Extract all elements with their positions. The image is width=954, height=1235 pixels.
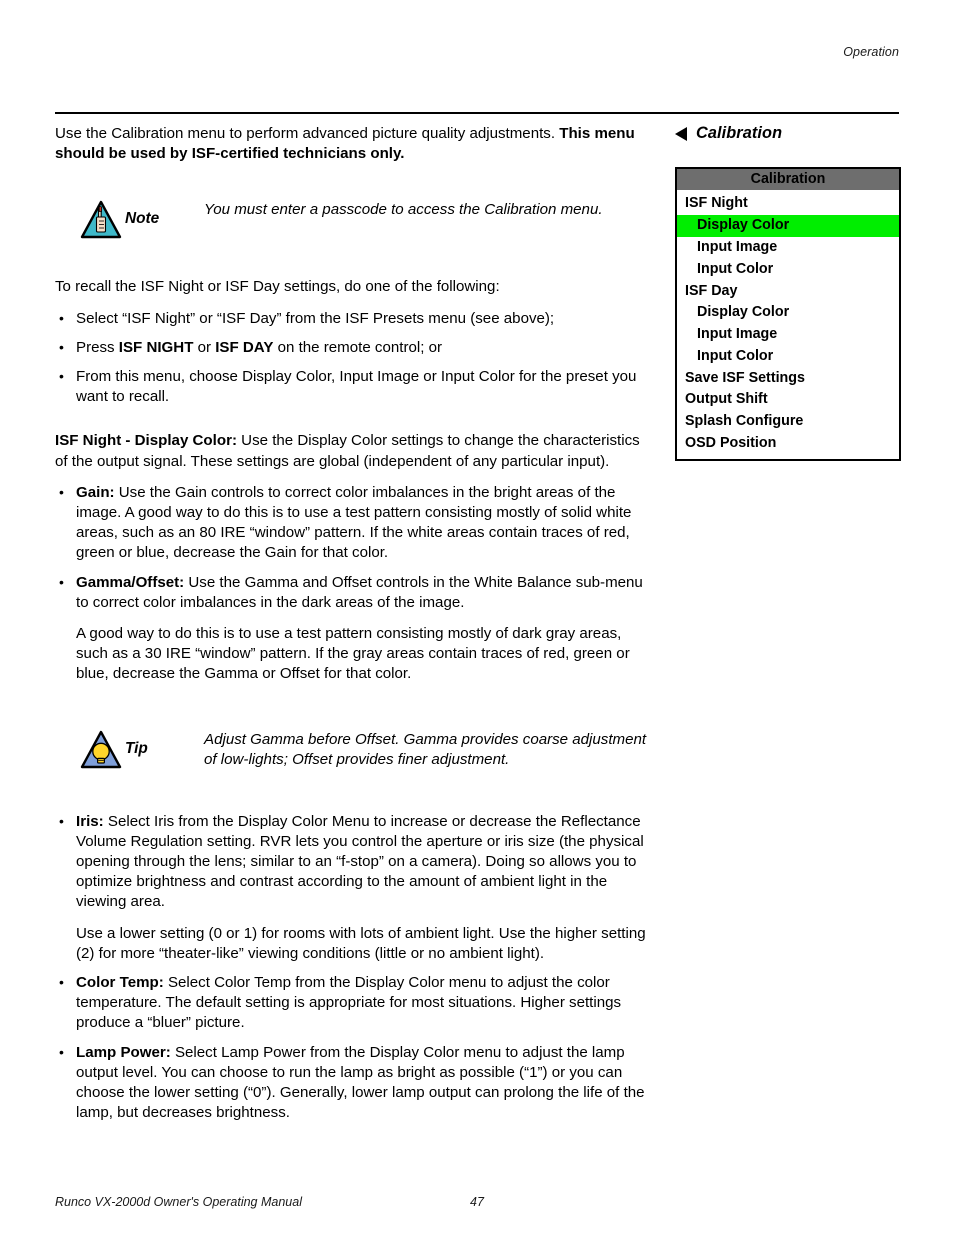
manual-page: Operation Use the Calibration menu to pe… <box>0 0 954 1235</box>
list-item: Gain: Use the Gain controls to correct c… <box>55 482 652 564</box>
left-arrow-icon <box>675 126 687 141</box>
bullet-text: From this menu, choose Display Color, In… <box>76 368 637 406</box>
display-color-term: ISF Night - Display Color: <box>55 432 237 450</box>
osd-item-isf-night-display-color[interactable]: Display Color <box>677 214 899 237</box>
bullet-bold-isf-day: ISF DAY <box>215 338 274 356</box>
intro-paragraph: Use the Calibration menu to perform adva… <box>55 124 652 164</box>
sidebar-column: Calibration Calibration ISF Night Displa… <box>675 124 901 462</box>
osd-item-save-isf-settings[interactable]: Save ISF Settings <box>677 367 899 389</box>
list-item: Select “ISF Night” or “ISF Day” from the… <box>55 308 652 329</box>
note-triangle-hand-icon <box>80 200 122 240</box>
recall-bullet-list: Select “ISF Night” or “ISF Day” from the… <box>55 308 652 408</box>
gain-term: Gain: <box>76 483 115 501</box>
osd-item-isf-night[interactable]: ISF Night <box>677 193 899 215</box>
note-label: Note <box>125 210 160 228</box>
lamp-power-term: Lamp Power: <box>76 1043 171 1061</box>
footer-manual-title: Runco VX-2000d Owner's Operating Manual <box>55 1195 302 1209</box>
iris-text: Select Iris from the Display Color Menu … <box>76 812 644 911</box>
tip-triangle-bulb-icon <box>80 730 122 770</box>
osd-item-isf-day-display-color[interactable]: Display Color <box>677 302 899 324</box>
osd-item-splash-configure[interactable]: Splash Configure <box>677 411 899 433</box>
osd-item-isf-day-input-image[interactable]: Input Image <box>677 324 899 346</box>
note-admonition: Note You must enter a passcode to access… <box>55 200 652 246</box>
gain-gamma-bullet-list: Gain: Use the Gain controls to correct c… <box>55 482 652 685</box>
running-header: Operation <box>843 45 899 59</box>
osd-item-osd-position[interactable]: OSD Position <box>677 433 899 455</box>
header-rule <box>55 112 899 114</box>
gamma-offset-term: Gamma/Offset: <box>76 573 185 591</box>
osd-item-isf-day[interactable]: ISF Day <box>677 280 899 302</box>
bullet-bold-isf-night: ISF NIGHT <box>118 338 194 356</box>
display-color-paragraph: ISF Night - Display Color: Use the Displ… <box>55 431 652 471</box>
iris-term: Iris: <box>76 812 104 830</box>
osd-item-isf-night-input-image[interactable]: Input Image <box>677 237 899 259</box>
tip-admonition: Tip Adjust Gamma before Offset. Gamma pr… <box>55 730 652 776</box>
list-item: Iris: Select Iris from the Display Color… <box>55 811 652 964</box>
sidebar-heading-label: Calibration <box>696 124 783 142</box>
list-item: Lamp Power: Select Lamp Power from the D… <box>55 1042 652 1124</box>
intro-plain: Use the Calibration menu to perform adva… <box>55 125 560 142</box>
osd-item-output-shift[interactable]: Output Shift <box>677 389 899 411</box>
tip-label: Tip <box>125 739 148 757</box>
bullet-text: Press <box>76 338 119 356</box>
bullet-text: Select “ISF Night” or “ISF Day” from the… <box>76 309 555 327</box>
osd-item-isf-night-input-color[interactable]: Input Color <box>677 258 899 280</box>
iris-bullet-list: Iris: Select Iris from the Display Color… <box>55 811 652 1124</box>
color-temp-term: Color Temp: <box>76 974 164 992</box>
list-item: Color Temp: Select Color Temp from the D… <box>55 972 652 1034</box>
footer-page-number: 47 <box>470 1195 484 1209</box>
bullet-text: on the remote control; or <box>273 338 443 356</box>
osd-item-isf-day-input-color[interactable]: Input Color <box>677 345 899 367</box>
bullet-text: or <box>193 338 216 356</box>
recall-intro: To recall the ISF Night or ISF Day setti… <box>55 278 500 296</box>
list-item: From this menu, choose Display Color, In… <box>55 366 652 407</box>
iris-subparagraph: Use a lower setting (0 or 1) for rooms w… <box>76 924 646 962</box>
body-column: Use the Calibration menu to perform adva… <box>55 124 652 1138</box>
list-item: Gamma/Offset: Use the Gamma and Offset c… <box>55 572 652 685</box>
list-item: Press ISF NIGHT or ISF DAY on the remote… <box>55 337 652 358</box>
page-footer: Runco VX-2000d Owner's Operating Manual … <box>55 1195 899 1235</box>
gain-text: Use the Gain controls to correct color i… <box>76 483 632 562</box>
osd-menu-panel: Calibration ISF Night Display Color Inpu… <box>675 167 901 462</box>
osd-menu-list: ISF Night Display Color Input Image Inpu… <box>677 190 899 459</box>
sidebar-heading: Calibration <box>675 124 901 143</box>
gamma-offset-subparagraph: A good way to do this is to use a test p… <box>76 625 630 683</box>
osd-title-bar: Calibration <box>677 169 899 190</box>
